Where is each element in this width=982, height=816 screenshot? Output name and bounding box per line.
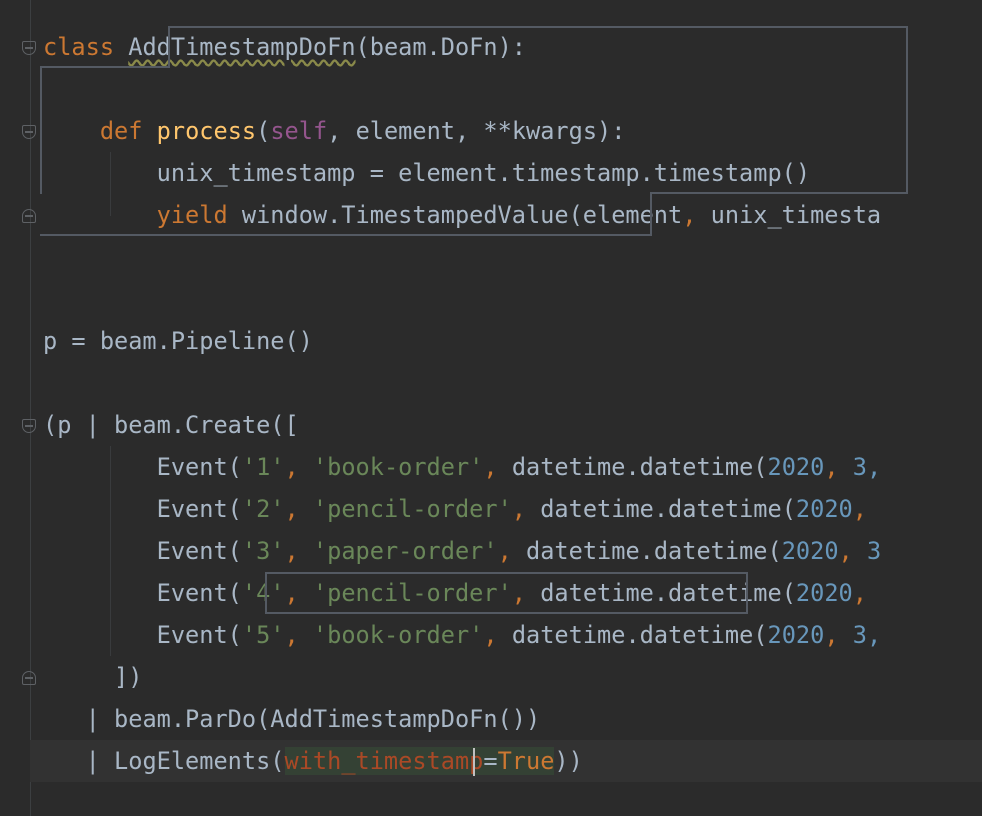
comma: , [824, 453, 853, 481]
keyword-argument: with_timestamp [284, 747, 484, 775]
comma: , [284, 495, 313, 523]
code-line-unix-timestamp[interactable]: unix_timestamp = element.timestamp.times… [43, 152, 982, 194]
string-literal: 'book-order' [312, 453, 484, 481]
code-text: datetime.datetime( [511, 621, 768, 649]
comma: , [682, 201, 697, 229]
code-line-pipeline[interactable]: p = beam.Pipeline() [43, 320, 982, 362]
code-line-event-5[interactable]: Event('5', 'book-order', datetime.dateti… [43, 614, 982, 656]
keyword: True [497, 747, 555, 775]
code-text: (p | beam.Create([ [43, 411, 299, 439]
string-literal: 'book-order' [312, 621, 484, 649]
code-text: Event( [156, 537, 242, 565]
self-param: self [270, 117, 328, 145]
string-literal: 'paper-order' [312, 537, 498, 565]
code-editor[interactable]: class AddTimestampDoFn(beam.DoFn): def p… [0, 0, 982, 816]
comma: , [838, 537, 867, 565]
code-text: )) [554, 747, 583, 775]
fold-close-icon[interactable] [22, 209, 36, 223]
string-literal: '5' [241, 621, 285, 649]
number-literal: 2020 [795, 495, 853, 523]
fold-open-icon[interactable] [22, 125, 36, 139]
comma: , [284, 579, 313, 607]
code-text: , element, **kwargs): [327, 117, 626, 145]
number-literal: 2020 [767, 621, 825, 649]
code-line-event-2[interactable]: Event('2', 'pencil-order', datetime.date… [43, 488, 982, 530]
code-text: Event( [156, 453, 242, 481]
code-text: | LogElements( [85, 747, 285, 775]
string-literal: '3' [241, 537, 285, 565]
string-literal: '4' [241, 579, 285, 607]
code-text: Event( [156, 495, 242, 523]
code-text: datetime.datetime( [511, 453, 768, 481]
number-literal: 3, [852, 453, 882, 481]
gutter-separator [30, 0, 31, 816]
code-line-event-3[interactable]: Event('3', 'paper-order', datetime.datet… [43, 530, 982, 572]
code-line-create[interactable]: (p | beam.Create([ [43, 404, 982, 446]
code-line-pardo[interactable]: | beam.ParDo(AddTimestampDoFn()) [43, 698, 982, 740]
code-line-class-def[interactable]: class AddTimestampDoFn(beam.DoFn): [43, 26, 982, 68]
function-name: process [156, 117, 257, 145]
code-text: (beam.DoFn): [355, 33, 526, 61]
string-literal: 'pencil-order' [312, 495, 512, 523]
number-literal: 2020 [767, 453, 825, 481]
code-text: | beam.ParDo(AddTimestampDoFn()) [85, 705, 541, 733]
text-caret [473, 748, 475, 776]
string-literal: '2' [241, 495, 285, 523]
fold-close-icon[interactable] [22, 671, 36, 685]
code-text: datetime.datetime( [540, 495, 796, 523]
fold-open-icon[interactable] [22, 419, 36, 433]
comma: , [511, 495, 541, 523]
code-line-event-4[interactable]: Event('4', 'pencil-order', datetime.date… [43, 572, 982, 614]
comma: , [284, 537, 313, 565]
code-text: Event( [156, 621, 242, 649]
code-text: window.TimestampedValue(element [227, 201, 683, 229]
code-text: ]) [114, 663, 143, 691]
string-literal: 'pencil-order' [312, 579, 512, 607]
number-literal: 3 [866, 537, 882, 565]
code-line-yield[interactable]: yield window.TimestampedValue(element, u… [43, 194, 982, 236]
code-text: = [483, 747, 498, 775]
code-text: Event( [156, 579, 242, 607]
code-line-log-elements[interactable]: | LogElements(with_timestamp=True)) [43, 740, 982, 782]
comma: , [483, 621, 512, 649]
code-text: p = beam.Pipeline() [43, 327, 313, 355]
comma: , [284, 453, 313, 481]
comma: , [284, 621, 313, 649]
keyword: class [43, 33, 115, 61]
code-line-close-list[interactable]: ]) [43, 656, 982, 698]
code-line-def-process[interactable]: def process(self, element, **kwargs): [43, 110, 982, 152]
code-text: unix_timesta [696, 201, 882, 229]
code-text: unix_timestamp = element.timestamp.times… [156, 159, 811, 187]
comma: , [497, 537, 527, 565]
keyword: def [99, 117, 143, 145]
comma: , [511, 579, 541, 607]
code-text: datetime.datetime( [540, 579, 796, 607]
number-literal: 2020 [795, 579, 853, 607]
comma: , [852, 579, 867, 607]
keyword: yield [156, 201, 228, 229]
comma: , [852, 495, 867, 523]
code-line-event-1[interactable]: Event('1', 'book-order', datetime.dateti… [43, 446, 982, 488]
string-literal: '1' [241, 453, 285, 481]
number-literal: 2020 [781, 537, 839, 565]
comma: , [483, 453, 512, 481]
fold-open-icon[interactable] [22, 41, 36, 55]
comma: , [824, 621, 853, 649]
class-name: AddTimestampDoFn [128, 33, 356, 61]
code-text: ( [256, 117, 271, 145]
code-text: datetime.datetime( [526, 537, 782, 565]
number-literal: 3, [852, 621, 882, 649]
